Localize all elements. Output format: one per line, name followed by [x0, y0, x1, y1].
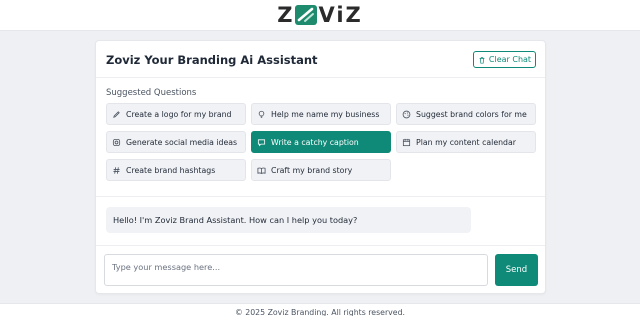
suggestion-label: Suggest brand colors for me: [416, 109, 527, 119]
send-button[interactable]: Send: [495, 254, 538, 286]
suggestion-label: Create brand hashtags: [126, 165, 216, 175]
logo-text-left: Z: [277, 3, 295, 27]
suggestion-brand-hashtags[interactable]: Create brand hashtags: [106, 159, 246, 181]
trash-icon: [478, 56, 486, 64]
assistant-message: Hello! I'm Zoviz Brand Assistant. How ca…: [106, 207, 471, 233]
suggestion-catchy-caption[interactable]: Write a catchy caption: [251, 131, 391, 153]
suggestion-create-logo[interactable]: Create a logo for my brand: [106, 103, 246, 125]
lightbulb-icon: [257, 110, 266, 119]
clear-chat-button[interactable]: Clear Chat: [473, 51, 536, 68]
suggestion-brand-colors[interactable]: Suggest brand colors for me: [396, 103, 536, 125]
card-header: Zoviz Your Branding Ai Assistant Clear C…: [96, 41, 545, 78]
assistant-card: Zoviz Your Branding Ai Assistant Clear C…: [95, 40, 546, 294]
hashtag-icon: [112, 166, 121, 175]
footer-copyright: © 2025 Zoviz Branding. All rights reserv…: [0, 303, 640, 316]
logo-text-right: ViZ: [318, 3, 363, 27]
suggestion-name-business[interactable]: Help me name my business: [251, 103, 391, 125]
book-icon: [257, 166, 266, 175]
calendar-icon: [402, 138, 411, 147]
suggestion-label: Generate social media ideas: [126, 137, 238, 147]
top-bar: Z ViZ: [0, 0, 640, 31]
page-title: Zoviz Your Branding Ai Assistant: [106, 53, 318, 67]
clear-chat-label: Clear Chat: [488, 55, 532, 64]
instagram-icon: [112, 138, 121, 147]
chat-icon: [257, 138, 266, 147]
suggestion-label: Help me name my business: [271, 109, 380, 119]
suggestion-label: Write a catchy caption: [271, 137, 359, 147]
section-divider: [96, 196, 545, 197]
pencil-icon: [112, 110, 121, 119]
suggestion-content-calendar[interactable]: Plan my content calendar: [396, 131, 536, 153]
suggested-questions-label: Suggested Questions: [106, 88, 197, 98]
input-divider: [96, 245, 545, 246]
logo-mark-icon: [295, 5, 318, 25]
suggestion-label: Craft my brand story: [271, 165, 353, 175]
suggestion-label: Create a logo for my brand: [126, 109, 232, 119]
message-input[interactable]: [104, 254, 488, 286]
palette-icon: [402, 110, 411, 119]
suggestion-social-media[interactable]: Generate social media ideas: [106, 131, 246, 153]
suggestion-label: Plan my content calendar: [416, 137, 516, 147]
suggestion-brand-story[interactable]: Craft my brand story: [251, 159, 391, 181]
zoviz-logo[interactable]: Z ViZ: [277, 4, 363, 26]
